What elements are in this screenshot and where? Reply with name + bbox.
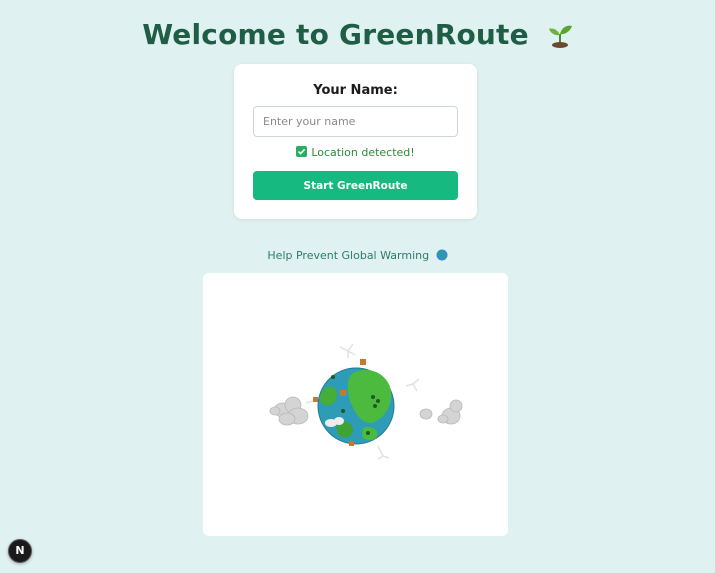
location-status-text: Location detected! (311, 146, 415, 159)
dev-tools-badge-label: N (15, 544, 25, 557)
dev-tools-badge[interactable]: N (8, 539, 32, 563)
earth-globe-3d-icon (269, 343, 463, 460)
earth-globe-icon (436, 249, 448, 264)
login-card: Your Name: Location detected! Start Gree… (234, 64, 477, 219)
name-input[interactable] (253, 106, 458, 137)
checkbox-checked-icon (296, 146, 308, 157)
tagline-text: Help Prevent Global Warming (267, 249, 430, 262)
tagline: Help Prevent Global Warming (0, 249, 715, 264)
location-status: Location detected! (234, 146, 477, 159)
page-title: Welcome to GreenRoute (0, 18, 715, 55)
seedling-icon (547, 22, 573, 55)
name-label: Your Name: (313, 83, 398, 98)
start-button[interactable]: Start GreenRoute (253, 171, 458, 200)
earth-scene-panel (203, 273, 508, 536)
page: Welcome to GreenRoute Your Name: Locatio… (0, 0, 715, 573)
page-title-text: Welcome to GreenRoute (142, 18, 529, 51)
